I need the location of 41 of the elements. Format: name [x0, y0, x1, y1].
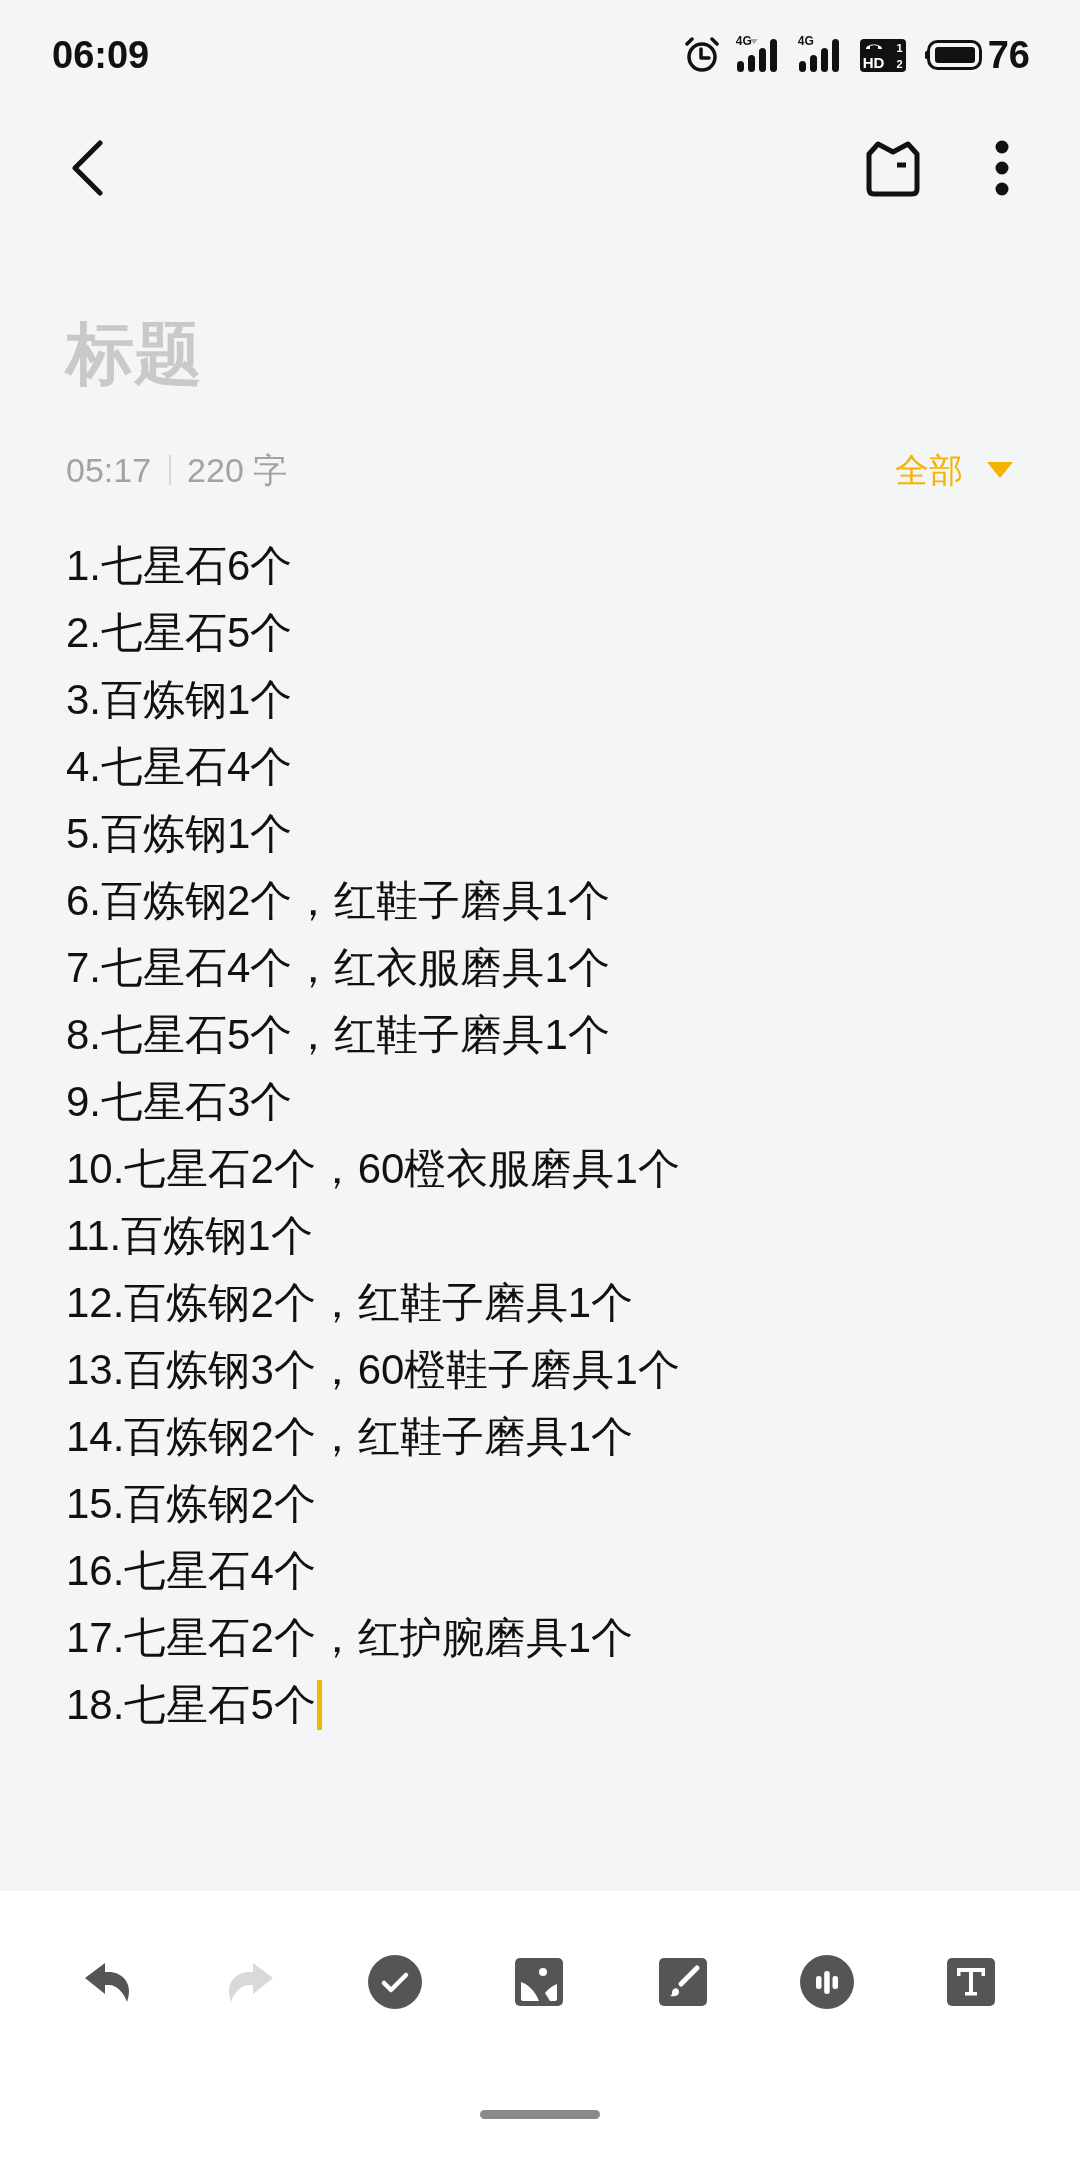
- back-icon[interactable]: [70, 139, 104, 196]
- brush-icon[interactable]: [659, 1958, 707, 2006]
- note-line: 15.百炼钢2个: [66, 1479, 316, 1529]
- signal-icon: [797, 38, 842, 72]
- sim-slot-label: 2: [896, 57, 903, 70]
- shirt-icon[interactable]: [865, 138, 921, 197]
- note-line: 2.七星石5个: [66, 608, 293, 658]
- note-line: 10.七星石2个，60橙衣服磨具1个: [66, 1144, 680, 1194]
- alarm-icon: [683, 37, 720, 73]
- note-line: 9.七星石3个: [66, 1077, 293, 1127]
- note-line: 3.百炼钢1个: [66, 675, 293, 725]
- word-count: 220 字: [187, 450, 288, 491]
- battery-level: 76: [987, 33, 1030, 77]
- note-line: 11.百炼钢1个: [66, 1211, 313, 1261]
- image-icon[interactable]: [515, 1958, 563, 2006]
- signal-icon: [735, 38, 780, 72]
- note-line: 6.百炼钢2个，红鞋子磨具1个: [66, 876, 610, 926]
- undo-icon[interactable]: [83, 1961, 131, 2003]
- caret-icon: [987, 462, 1013, 478]
- note-line: 8.七星石5个，红鞋子磨具1个: [66, 1010, 610, 1060]
- note-line: 5.百炼钢1个: [66, 809, 293, 859]
- note-time: 05:17: [66, 450, 152, 491]
- status-time: 06:09: [52, 33, 150, 77]
- text-format-icon[interactable]: [947, 1958, 995, 2006]
- note-line: 4.七星石4个: [66, 742, 293, 792]
- sim-slot-label: 1: [896, 41, 903, 54]
- note-line: 12.百炼钢2个，红鞋子磨具1个: [66, 1278, 634, 1328]
- note-line: 1.七星石6个: [66, 541, 293, 591]
- note-line: 16.七星石4个: [66, 1546, 316, 1596]
- note-line: 18.七星石5个: [66, 1680, 316, 1730]
- network-type-label: 4G: [735, 35, 752, 48]
- sound-bars-icon[interactable]: [800, 1955, 854, 2009]
- filter-dropdown[interactable]: 全部: [895, 448, 1013, 492]
- note-line: 7.七星石4个，红衣服磨具1个: [66, 943, 610, 993]
- note-line: 13.百炼钢3个，60橙鞋子磨具1个: [66, 1345, 680, 1395]
- check-circle-icon[interactable]: [368, 1955, 422, 2009]
- more-icon[interactable]: [995, 139, 1009, 196]
- network-type-label: 4G: [797, 35, 814, 48]
- hd-label: HD: [862, 54, 885, 70]
- note-line: 14.百炼钢2个，红鞋子磨具1个: [66, 1412, 634, 1462]
- note-line: 17.七星石2个，红护腕磨具1个: [66, 1613, 634, 1663]
